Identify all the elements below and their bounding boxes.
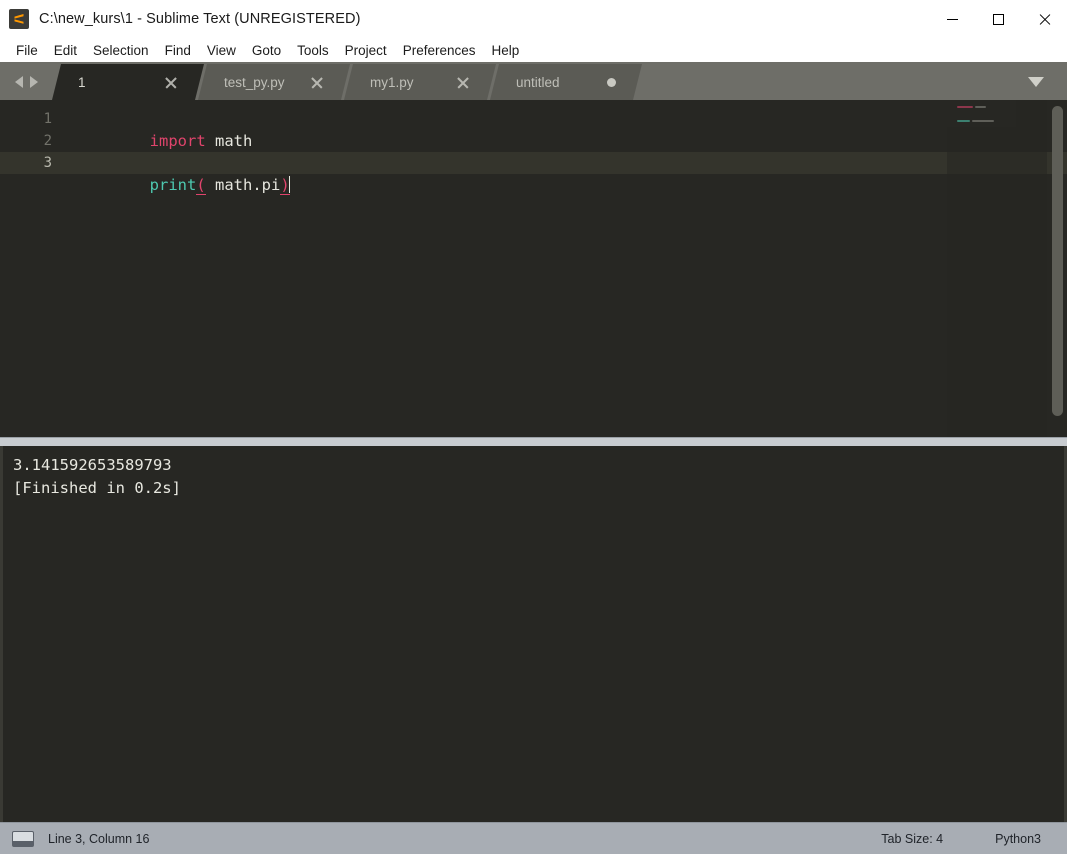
menu-item-tools[interactable]: Tools: [289, 41, 337, 60]
maximize-button[interactable]: [975, 0, 1021, 38]
editor-scrollbar-thumb[interactable]: [1052, 106, 1063, 416]
syntax-status[interactable]: Python3: [969, 832, 1067, 846]
chevron-left-icon[interactable]: [15, 76, 23, 88]
token-plain: math.pi: [206, 176, 281, 194]
tab-label: test_py.py: [224, 75, 292, 90]
tab-my1-py[interactable]: my1.py: [344, 64, 496, 100]
menu-item-view[interactable]: View: [199, 41, 244, 60]
token-function: print: [150, 176, 197, 194]
window-controls: [929, 0, 1067, 38]
maximize-icon: [993, 14, 1004, 25]
chevron-down-icon: [1028, 77, 1044, 87]
editor-scrollbar[interactable]: [1052, 106, 1063, 426]
sublime-text-logo-icon: [9, 9, 29, 29]
panel-splitter[interactable]: [0, 437, 1067, 446]
tab-size-status[interactable]: Tab Size: 4: [855, 832, 969, 846]
title-bar: C:\new_kurs\1 - Sublime Text (UNREGISTER…: [0, 0, 1067, 38]
code-line-1: import math: [68, 108, 1067, 130]
tab-1[interactable]: 1: [52, 64, 204, 100]
panel-toggle-icon[interactable]: [12, 831, 34, 847]
menu-bar: File Edit Selection Find View Goto Tools…: [0, 38, 1067, 64]
tab-label: 1: [78, 75, 146, 90]
menu-item-preferences[interactable]: Preferences: [395, 41, 484, 60]
tab-label: untitled: [516, 75, 589, 90]
minimap-segment: [957, 120, 970, 122]
close-icon[interactable]: [164, 75, 178, 89]
code-line-3: print( math.pi): [68, 152, 1067, 174]
minimap-line: [957, 113, 1047, 117]
line-number-gutter: 1 2 3: [0, 100, 68, 437]
tab-label: my1.py: [370, 75, 438, 90]
editor-view[interactable]: 1 2 3 import math print( math.pi): [0, 100, 1067, 437]
output-line: [Finished in 0.2s]: [13, 477, 1064, 500]
close-icon[interactable]: [456, 75, 470, 89]
menu-item-help[interactable]: Help: [484, 41, 528, 60]
output-line: 3.141592653589793: [13, 454, 1064, 477]
tab-bar: 1 test_py.py my1.py untitled: [0, 64, 1067, 100]
unsaved-changes-icon[interactable]: [607, 78, 616, 87]
line-number: 3: [0, 152, 68, 174]
build-output-panel[interactable]: 3.141592653589793 [Finished in 0.2s]: [0, 446, 1067, 822]
menu-item-edit[interactable]: Edit: [46, 41, 85, 60]
tab-menu-button[interactable]: [1019, 64, 1053, 100]
minimap-line: [957, 106, 1047, 110]
minimap-line: [957, 120, 1047, 124]
tab-list: 1 test_py.py my1.py untitled: [52, 64, 636, 100]
minimize-icon: [947, 19, 958, 20]
cursor-position-status: Line 3, Column 16: [48, 832, 149, 846]
chevron-right-icon[interactable]: [30, 76, 38, 88]
menu-item-project[interactable]: Project: [337, 41, 395, 60]
tab-nav-arrows: [0, 64, 52, 100]
menu-item-find[interactable]: Find: [157, 41, 199, 60]
menu-item-goto[interactable]: Goto: [244, 41, 289, 60]
close-icon: [1038, 13, 1050, 25]
window-title: C:\new_kurs\1 - Sublime Text (UNREGISTER…: [39, 11, 361, 27]
minimize-button[interactable]: [929, 0, 975, 38]
tab-untitled[interactable]: untitled: [490, 64, 642, 100]
minimap[interactable]: [947, 100, 1047, 437]
status-bar-right: Tab Size: 4 Python3: [855, 823, 1067, 854]
line-number: 1: [0, 108, 68, 130]
status-bar: Line 3, Column 16 Tab Size: 4 Python3: [0, 822, 1067, 854]
token-keyword: import: [150, 132, 206, 150]
menu-item-file[interactable]: File: [8, 41, 46, 60]
token-plain: math: [206, 132, 253, 150]
code-area[interactable]: import math print( math.pi): [68, 100, 1067, 437]
text-cursor: [289, 176, 291, 193]
tab-test-py-py[interactable]: test_py.py: [198, 64, 350, 100]
menu-item-selection[interactable]: Selection: [85, 41, 157, 60]
sublime-text-window: C:\new_kurs\1 - Sublime Text (UNREGISTER…: [0, 0, 1067, 854]
line-number: 2: [0, 130, 68, 152]
minimap-segment: [972, 120, 994, 122]
minimap-segment: [975, 106, 986, 108]
close-icon[interactable]: [310, 75, 324, 89]
close-button[interactable]: [1021, 0, 1067, 38]
token-bracket-open: (: [196, 176, 205, 195]
minimap-segment: [957, 106, 973, 108]
